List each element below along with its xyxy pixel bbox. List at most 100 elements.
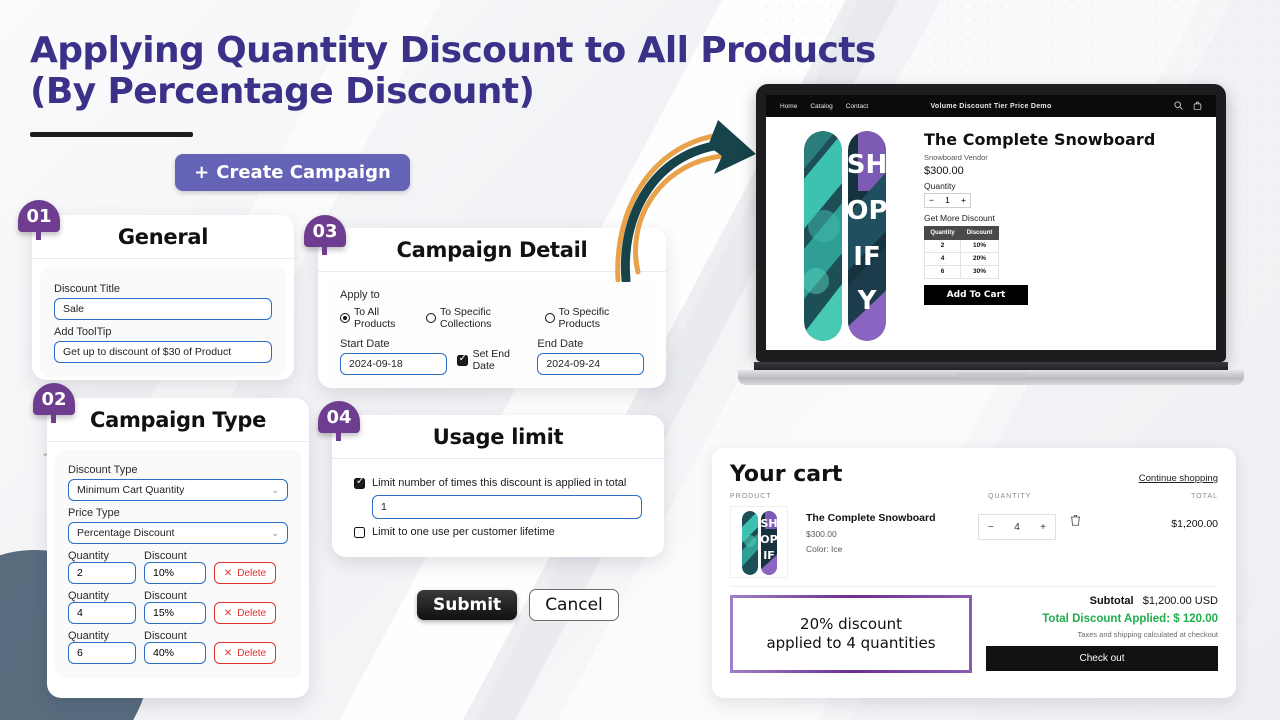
price-type-select[interactable]: Percentage Discount ⌄ <box>68 522 288 544</box>
submit-button[interactable]: Submit <box>417 590 518 620</box>
nav-link-home[interactable]: Home <box>780 103 797 110</box>
limit-once-label: Limit to one use per customer lifetime <box>372 526 555 538</box>
tier-discount-label: Discount <box>144 590 187 602</box>
cart-header: Your cart Continue shopping <box>730 462 1218 487</box>
tier-row: 2 10% ✕ Delete <box>68 562 288 584</box>
radio-to-specific-products[interactable]: To Specific Products <box>544 306 644 330</box>
continue-shopping-link[interactable]: Continue shopping <box>1139 473 1218 484</box>
checkbox-icon <box>456 353 468 366</box>
tier-quantity-input[interactable]: 4 <box>68 602 136 624</box>
tier-quantity-label: Quantity <box>68 590 109 602</box>
tier-quantity-input[interactable]: 2 <box>68 562 136 584</box>
start-date-input[interactable]: 2024-09-18 <box>340 353 447 375</box>
total-discount-applied: Total Discount Applied: $ 120.00 <box>1042 613 1218 625</box>
radio-to-specific-collections[interactable]: To Specific Collections <box>426 306 534 330</box>
tier-labels: Quantity Discount <box>68 590 288 602</box>
cart-title: Your cart <box>730 462 843 487</box>
promo-line-2: applied to 4 quantities <box>766 634 936 652</box>
product-quantity-label: Quantity <box>924 180 956 191</box>
snowboard-thumb-left <box>741 511 758 575</box>
cart-item-title[interactable]: The Complete Snowboard <box>806 512 978 524</box>
discount-type-select[interactable]: Minimum Cart Quantity ⌄ <box>68 479 288 501</box>
discount-title-input[interactable]: Sale <box>54 298 272 320</box>
card-usage-limit: Usage limit Limit number of times this d… <box>332 415 664 557</box>
apply-to-label: Apply to <box>340 289 380 301</box>
product-info: The Complete Snowboard Snowboard Vendor … <box>923 127 1202 341</box>
price-type-label: Price Type <box>68 507 120 519</box>
set-end-date-checkbox[interactable]: Set End Date <box>456 348 528 375</box>
table-cell-quantity: 4 <box>923 251 962 266</box>
product-quantity-stepper[interactable]: − 1 + <box>924 192 971 208</box>
quantity-increment-button[interactable]: + <box>961 195 966 205</box>
product-gallery: SH OP IF Y <box>780 127 910 341</box>
radio-label: To All Products <box>354 306 396 330</box>
tier-delete-button[interactable]: ✕ Delete <box>214 562 276 584</box>
card-general-title: General <box>117 224 209 249</box>
cart-item-variant: Color: Ice <box>806 544 843 554</box>
start-date-group: Start Date 2024-09-18 <box>340 332 447 375</box>
subtotal-value: $1,200.00 USD <box>1142 595 1218 607</box>
quantity-decrement-button[interactable]: − <box>929 195 934 205</box>
bag-icon[interactable] <box>1193 97 1202 115</box>
title-underline <box>30 132 193 137</box>
start-date-label: Start Date <box>340 338 390 350</box>
column-header-product: PRODUCT <box>730 493 772 500</box>
cart-totals: Subtotal $1,200.00 USD Total Discount Ap… <box>986 595 1218 673</box>
tier-row: 4 15% ✕ Delete <box>68 602 288 624</box>
snowboard-image-left <box>804 131 842 341</box>
add-to-cart-button[interactable]: Add To Cart <box>924 284 1028 305</box>
price-type-value: Percentage Discount <box>77 527 175 539</box>
discount-type-value: Minimum Cart Quantity <box>77 484 185 496</box>
cart-quantity-increment-button[interactable]: + <box>1040 522 1046 533</box>
create-campaign-button[interactable]: + Create Campaign <box>175 154 410 191</box>
close-icon: ✕ <box>223 567 233 579</box>
svg-text:OP: OP <box>761 533 777 546</box>
tier-delete-button[interactable]: ✕ Delete <box>214 642 276 664</box>
trash-icon[interactable] <box>1070 514 1081 540</box>
card-campaign-type-title: Campaign Type <box>89 407 267 432</box>
tooltip-label: Add ToolTip <box>54 326 112 338</box>
tier-quantity-input[interactable]: 6 <box>68 642 136 664</box>
checkout-button[interactable]: Check out <box>986 646 1218 671</box>
limit-total-checkbox[interactable]: Limit number of times this discount is a… <box>354 476 642 489</box>
cart-quantity-value: 4 <box>1014 521 1020 533</box>
limit-total-input[interactable]: 1 <box>372 495 642 519</box>
table-cell-discount: 30% <box>960 264 999 279</box>
tier-discount-input[interactable]: 15% <box>144 602 206 624</box>
svg-text:IF: IF <box>763 549 775 562</box>
table-row: 4 20% <box>923 251 999 266</box>
subtotal-label: Subtotal <box>1089 595 1134 607</box>
end-date-input[interactable]: 2024-09-24 <box>537 353 644 375</box>
cart-quantity-stepper[interactable]: − 4 + <box>978 514 1056 540</box>
plus-icon: + <box>194 162 210 183</box>
svg-text:SH: SH <box>848 150 886 180</box>
card-usage-limit-body: Limit number of times this discount is a… <box>340 467 656 550</box>
page-title-line1: Applying Quantity Discount to All Produc… <box>30 30 876 71</box>
tier-discount-input[interactable]: 10% <box>144 562 206 584</box>
nav-link-contact[interactable]: Contact <box>846 103 868 110</box>
search-icon[interactable] <box>1174 97 1183 115</box>
laptop-lid: Home Catalog Contact Volume Discount Tie… <box>756 84 1226 362</box>
cancel-button[interactable]: Cancel <box>529 589 619 621</box>
table-row: 2 10% <box>923 238 999 253</box>
cart-summary: 20% discount applied to 4 quantities Sub… <box>730 595 1218 673</box>
card-campaign-type-header: Campaign Type <box>47 398 309 442</box>
radio-to-all-products[interactable]: To All Products <box>340 306 416 330</box>
nav-link-catalog[interactable]: Catalog <box>810 103 832 110</box>
table-header-discount: Discount <box>960 225 999 240</box>
card-usage-limit-title: Usage limit <box>432 424 564 449</box>
card-general-header: General <box>32 215 294 259</box>
table-cell-quantity: 2 <box>923 238 962 253</box>
tier-delete-button[interactable]: ✕ Delete <box>214 602 276 624</box>
discount-title-label: Discount Title <box>54 283 121 295</box>
tier-discount-input[interactable]: 40% <box>144 642 206 664</box>
tooltip-input[interactable]: Get up to discount of $30 of Product <box>54 341 272 363</box>
chevron-down-icon: ⌄ <box>271 484 279 495</box>
limit-once-checkbox[interactable]: Limit to one use per customer lifetime <box>354 526 642 538</box>
laptop-base <box>738 370 1244 385</box>
tier-discount-label: Discount <box>144 630 187 642</box>
svg-text:IF: IF <box>853 242 880 272</box>
create-campaign-label: Create Campaign <box>216 162 391 183</box>
radio-icon <box>340 313 350 323</box>
cart-quantity-decrement-button[interactable]: − <box>988 522 994 533</box>
